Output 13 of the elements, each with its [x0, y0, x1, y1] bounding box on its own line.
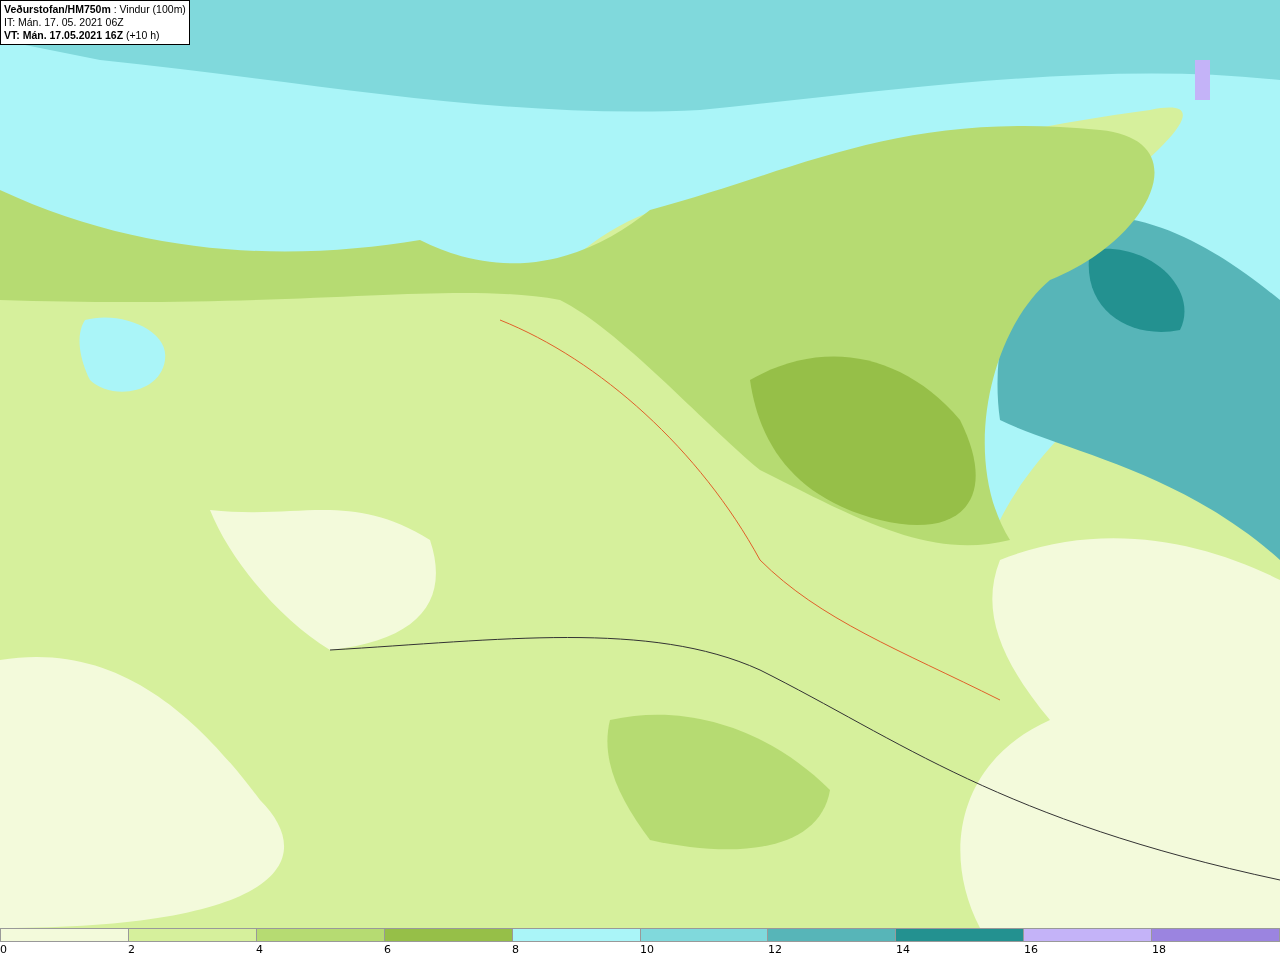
- title-line: VT: Mán. 17.05.2021 16Z (+10 h): [4, 29, 161, 42]
- legend-label: 14: [896, 942, 910, 958]
- legend-label: 4: [256, 942, 263, 958]
- legend-label: 8: [512, 942, 519, 958]
- legend-label: 18: [1152, 942, 1166, 958]
- legend-label: 2: [128, 942, 135, 958]
- legend-label: 16: [1024, 942, 1038, 958]
- legend-label: 10: [640, 942, 654, 958]
- legend-label: 0: [0, 942, 7, 958]
- title-line: IT: Mán. 17. 05. 2021 06Z: [4, 16, 125, 29]
- legend-label: 6: [384, 942, 391, 958]
- title-line: Veðurstofan/HM750m : Vindur (100m): [4, 3, 186, 16]
- legend-label: 12: [768, 942, 782, 958]
